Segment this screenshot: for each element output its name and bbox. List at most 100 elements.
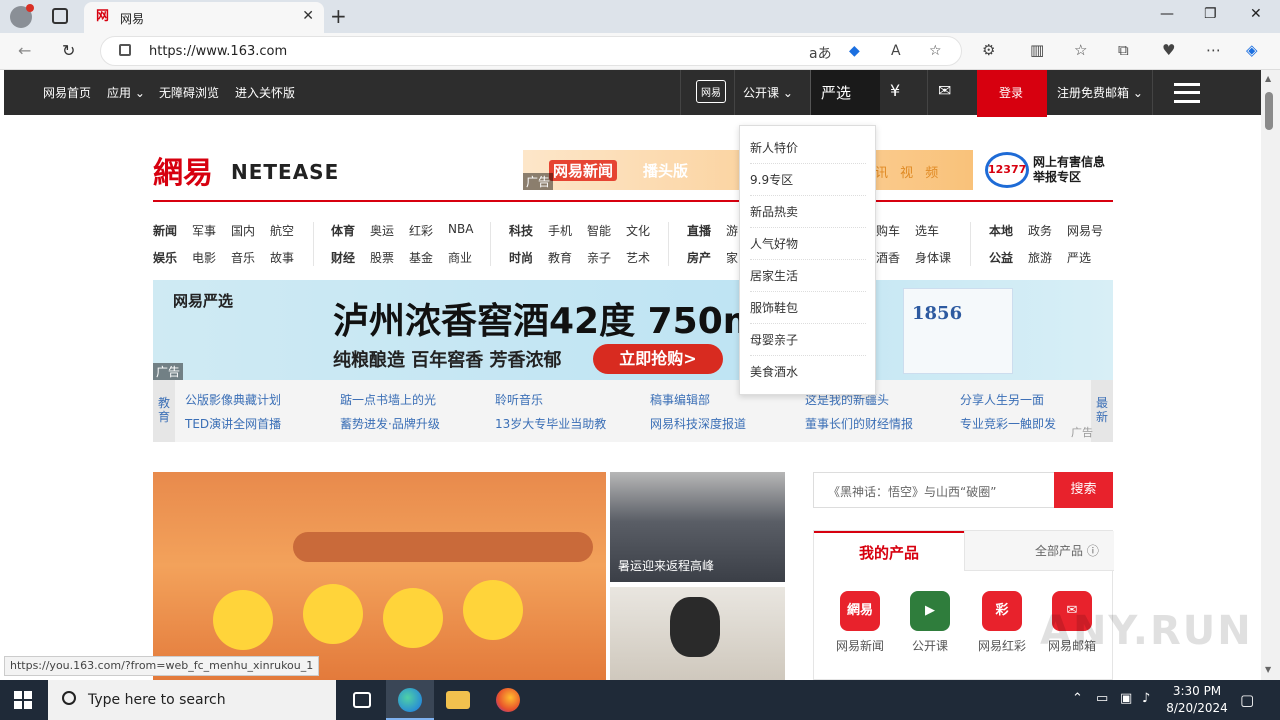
- taskbar-search[interactable]: Type here to search: [48, 680, 336, 720]
- minimize-icon[interactable]: —: [1160, 6, 1174, 22]
- more-menu-icon[interactable]: ⋯: [1206, 41, 1221, 59]
- channel-link[interactable]: 公益: [989, 249, 1013, 266]
- collections-icon[interactable]: ⧉: [1118, 41, 1129, 59]
- channel-link[interactable]: 故事: [270, 249, 294, 266]
- edu-link[interactable]: 稿事编辑部: [650, 391, 710, 408]
- performance-icon[interactable]: ♥: [1162, 41, 1175, 59]
- buy-now-button[interactable]: 立即抢购>: [593, 344, 723, 374]
- translate-icon[interactable]: aあ: [809, 43, 832, 63]
- channel-link[interactable]: 新闻: [153, 222, 177, 239]
- dropdown-item[interactable]: 9.9专区: [750, 164, 866, 196]
- channel-link[interactable]: 酒香: [876, 249, 900, 266]
- close-window-icon[interactable]: ✕: [1250, 6, 1262, 22]
- product-open-course[interactable]: ▶ 公开课: [900, 591, 960, 654]
- report-harmful-info[interactable]: 12377 网上有害信息举报专区: [983, 150, 1113, 190]
- search-input[interactable]: 《黑神话：悟空》与山西“破圈”: [813, 472, 1054, 508]
- edu-link[interactable]: 聆听音乐: [495, 391, 543, 408]
- side-photo[interactable]: 暑运迎来返程高峰: [610, 472, 785, 582]
- channel-link[interactable]: NBA: [448, 222, 473, 236]
- channel-link[interactable]: 红彩: [409, 222, 433, 239]
- profile-avatar-icon[interactable]: [10, 4, 34, 28]
- channel-link[interactable]: 本地: [989, 222, 1013, 239]
- extensions-icon[interactable]: ⚙: [982, 41, 995, 59]
- refresh-icon[interactable]: ↻: [62, 41, 75, 60]
- firefox-icon[interactable]: [484, 680, 532, 720]
- volume-icon[interactable]: ♪: [1142, 691, 1150, 706]
- maximize-icon[interactable]: ❐: [1204, 6, 1217, 22]
- register-mail-link[interactable]: 注册免费邮箱 ⌄: [1057, 84, 1143, 101]
- copilot-icon[interactable]: ◈: [1246, 41, 1258, 59]
- channel-link[interactable]: 严选: [1067, 249, 1091, 266]
- channel-link[interactable]: 体育: [331, 222, 355, 239]
- channel-link[interactable]: 科技: [509, 222, 533, 239]
- search-button[interactable]: 搜索: [1054, 472, 1113, 508]
- nav-open-course[interactable]: 公开课 ⌄: [743, 84, 793, 101]
- url-field[interactable]: https://www.163.com aあ ◆ A ☆: [100, 36, 962, 66]
- edu-link[interactable]: 蓄势进发·品牌升级: [340, 415, 440, 432]
- mail-icon[interactable]: ✉: [938, 81, 951, 100]
- wifi-icon[interactable]: ▣: [1120, 691, 1132, 706]
- side-photo[interactable]: [610, 587, 785, 680]
- task-view-icon[interactable]: [338, 680, 386, 720]
- main-ad-banner[interactable]: 网易严选 泸州浓香窖酒42度 750m 纯粮酿造 百年窖香 芳香浓郁 立即抢购>…: [153, 280, 1113, 380]
- dropdown-item[interactable]: 新人特价: [750, 132, 866, 164]
- channel-link[interactable]: 亲子: [587, 249, 611, 266]
- edu-link[interactable]: 分享人生另一面: [960, 391, 1044, 408]
- channel-link[interactable]: 航空: [270, 222, 294, 239]
- notification-icon[interactable]: ▢: [1240, 691, 1254, 709]
- channel-link[interactable]: 手机: [548, 222, 572, 239]
- page-scrollbar[interactable]: ▲ ▼: [1261, 70, 1280, 680]
- edu-link[interactable]: TED演讲全网首播: [185, 415, 281, 432]
- split-screen-icon[interactable]: ▥: [1030, 41, 1044, 59]
- favorites-icon[interactable]: ☆: [1074, 41, 1087, 59]
- tab-all-products[interactable]: 全部产品 ⓘ: [964, 531, 1114, 571]
- hamburger-menu-icon[interactable]: [1174, 83, 1200, 103]
- channel-link[interactable]: 网易号: [1067, 222, 1103, 239]
- nav-care-mode[interactable]: 进入关怀版: [235, 84, 295, 101]
- channel-link[interactable]: 购车: [876, 222, 900, 239]
- nav-home[interactable]: 网易首页: [43, 84, 91, 101]
- edu-link[interactable]: 踮一点书墙上的光: [340, 391, 436, 408]
- back-icon[interactable]: ←: [18, 41, 31, 60]
- channel-link[interactable]: 家: [726, 249, 738, 266]
- dropdown-item[interactable]: 居家生活: [750, 260, 866, 292]
- dropdown-item[interactable]: 新品热卖: [750, 196, 866, 228]
- dropdown-item[interactable]: 服饰鞋包: [750, 292, 866, 324]
- scroll-down-icon[interactable]: ▼: [1265, 665, 1271, 674]
- taskbar-clock[interactable]: 3:30 PM 8/20/2024: [1164, 683, 1230, 717]
- channel-link[interactable]: 身体课: [915, 249, 951, 266]
- channel-link[interactable]: 娱乐: [153, 249, 177, 266]
- windows-start-icon[interactable]: [14, 691, 32, 709]
- channel-link[interactable]: 奥运: [370, 222, 394, 239]
- channel-link[interactable]: 教育: [548, 249, 572, 266]
- dropdown-item[interactable]: 人气好物: [750, 228, 866, 260]
- favorite-star-icon[interactable]: ☆: [929, 43, 942, 59]
- channel-link[interactable]: 文化: [626, 222, 650, 239]
- channel-link[interactable]: 艺术: [626, 249, 650, 266]
- network-icon[interactable]: ▭: [1096, 691, 1108, 706]
- product-news[interactable]: 網易 网易新闻: [830, 591, 890, 654]
- edu-link[interactable]: 专业竞彩一触即发: [960, 415, 1056, 432]
- edu-link[interactable]: 网易科技深度报道: [650, 415, 746, 432]
- browser-tab[interactable]: 网 网易 ✕: [84, 2, 324, 33]
- channel-link[interactable]: 时尚: [509, 249, 533, 266]
- tray-chevron-icon[interactable]: ⌃: [1072, 691, 1083, 706]
- channel-link[interactable]: 音乐: [231, 249, 255, 266]
- edge-app-icon[interactable]: [386, 680, 434, 720]
- nav-apps[interactable]: 应用 ⌄: [107, 84, 145, 101]
- headline-photo[interactable]: [153, 472, 606, 680]
- channel-link[interactable]: 政务: [1028, 222, 1052, 239]
- scroll-up-icon[interactable]: ▲: [1265, 74, 1271, 83]
- edu-link[interactable]: 公版影像典藏计划: [185, 391, 281, 408]
- netease-logo[interactable]: 網易 NETEASE: [153, 148, 338, 192]
- read-aloud-icon[interactable]: A: [891, 43, 901, 59]
- edu-prev[interactable]: 教育: [153, 380, 175, 442]
- shield-icon[interactable]: ◆: [849, 43, 860, 59]
- tab-actions-icon[interactable]: [52, 8, 68, 24]
- mobile-app-icon[interactable]: 网易: [696, 80, 726, 103]
- edu-link[interactable]: 13岁大专毕业当助教: [495, 415, 606, 432]
- product-lottery[interactable]: 彩 网易红彩: [972, 591, 1032, 654]
- edu-link[interactable]: 董事长们的财经情报: [805, 415, 913, 432]
- new-tab-button[interactable]: +: [330, 4, 347, 28]
- tab-my-products[interactable]: 我的产品: [814, 531, 964, 571]
